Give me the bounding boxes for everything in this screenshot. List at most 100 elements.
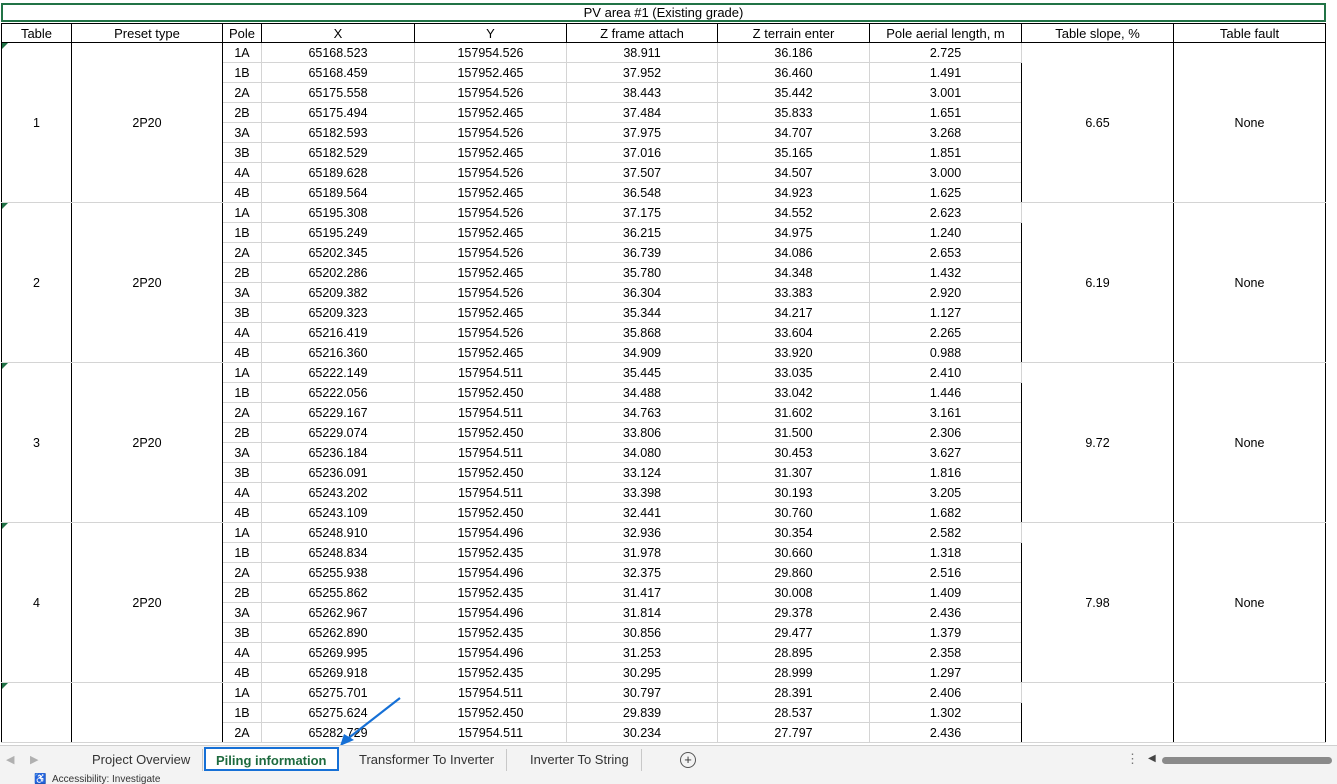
tab-project-overview[interactable]: Project Overview: [80, 749, 204, 771]
grid-cell[interactable]: 1.446: [869, 382, 1022, 403]
grid-cell[interactable]: 157952.465: [414, 342, 567, 363]
grid-cell[interactable]: 65248.834: [261, 542, 415, 563]
preset-type-cell[interactable]: 2P20: [71, 42, 223, 203]
grid-cell[interactable]: 1.318: [869, 542, 1022, 563]
grid-cell[interactable]: 65216.360: [261, 342, 415, 363]
grid-cell[interactable]: 2.516: [869, 562, 1022, 583]
grid-cell[interactable]: 30.453: [717, 442, 870, 463]
grid-cell[interactable]: 28.895: [717, 642, 870, 663]
grid-cell[interactable]: 31.417: [566, 582, 718, 603]
grid-cell[interactable]: 34.707: [717, 122, 870, 143]
grid-cell[interactable]: 1A: [222, 202, 262, 223]
grid-cell[interactable]: 2.623: [869, 202, 1022, 223]
grid-cell[interactable]: 2.265: [869, 322, 1022, 343]
grid-cell[interactable]: 65255.938: [261, 562, 415, 583]
grid-cell[interactable]: 37.952: [566, 62, 718, 83]
column-header[interactable]: Preset type: [71, 23, 223, 43]
grid-cell[interactable]: 2A: [222, 562, 262, 583]
grid-cell[interactable]: 1B: [222, 222, 262, 243]
table-slope-cell[interactable]: 9.72: [1021, 362, 1174, 523]
grid-cell[interactable]: 4B: [222, 662, 262, 683]
grid-cell[interactable]: 36.304: [566, 282, 718, 303]
grid-cell[interactable]: 2B: [222, 582, 262, 603]
preset-type-cell[interactable]: [71, 682, 223, 743]
grid-cell[interactable]: 1.297: [869, 662, 1022, 683]
tab-piling-information[interactable]: Piling information: [204, 747, 339, 771]
grid-cell[interactable]: 2A: [222, 402, 262, 423]
grid-cell[interactable]: 31.253: [566, 642, 718, 663]
grid-cell[interactable]: 3A: [222, 282, 262, 303]
grid-cell[interactable]: 4B: [222, 182, 262, 203]
grid-cell[interactable]: 65236.091: [261, 462, 415, 483]
grid-cell[interactable]: 2.725: [869, 42, 1022, 63]
grid-cell[interactable]: 3.001: [869, 82, 1022, 103]
grid-cell[interactable]: 34.507: [717, 162, 870, 183]
grid-cell[interactable]: 30.354: [717, 522, 870, 543]
grid-cell[interactable]: 1A: [222, 682, 262, 703]
grid-cell[interactable]: 65182.593: [261, 122, 415, 143]
grid-cell[interactable]: 3B: [222, 302, 262, 323]
grid-cell[interactable]: 157954.511: [414, 482, 567, 503]
column-header[interactable]: Z frame attach: [566, 23, 718, 43]
grid-cell[interactable]: 37.175: [566, 202, 718, 223]
scroll-left-icon[interactable]: ◀: [1148, 753, 1156, 764]
grid-cell[interactable]: 35.833: [717, 102, 870, 123]
grid-cell[interactable]: 1B: [222, 542, 262, 563]
preset-type-cell[interactable]: 2P20: [71, 522, 223, 683]
grid-cell[interactable]: 157954.511: [414, 682, 567, 703]
grid-cell[interactable]: 157952.435: [414, 622, 567, 643]
grid-cell[interactable]: 1B: [222, 62, 262, 83]
grid-cell[interactable]: 31.307: [717, 462, 870, 483]
grid-cell[interactable]: 1A: [222, 42, 262, 63]
grid-cell[interactable]: 157954.526: [414, 82, 567, 103]
grid-cell[interactable]: 36.186: [717, 42, 870, 63]
grid-cell[interactable]: 31.814: [566, 602, 718, 623]
grid-cell[interactable]: 3B: [222, 622, 262, 643]
grid-cell[interactable]: 157954.511: [414, 442, 567, 463]
grid-cell[interactable]: 32.375: [566, 562, 718, 583]
table-fault-cell[interactable]: [1173, 682, 1326, 743]
grid-cell[interactable]: 65168.459: [261, 62, 415, 83]
grid-cell[interactable]: 157954.526: [414, 202, 567, 223]
grid-cell[interactable]: 4A: [222, 642, 262, 663]
grid-cell[interactable]: 36.739: [566, 242, 718, 263]
grid-cell[interactable]: 37.507: [566, 162, 718, 183]
grid-cell[interactable]: 30.760: [717, 502, 870, 523]
grid-cell[interactable]: 1B: [222, 702, 262, 723]
grid-cell[interactable]: 4A: [222, 322, 262, 343]
grid-cell[interactable]: 65189.628: [261, 162, 415, 183]
next-sheet-icon[interactable]: ▶: [30, 753, 38, 766]
grid-cell[interactable]: 157954.496: [414, 562, 567, 583]
preset-type-cell[interactable]: 2P20: [71, 362, 223, 523]
grid-cell[interactable]: 34.488: [566, 382, 718, 403]
grid-cell[interactable]: 157952.450: [414, 422, 567, 443]
grid-cell[interactable]: 65222.149: [261, 362, 415, 383]
grid-cell[interactable]: 34.217: [717, 302, 870, 323]
grid-cell[interactable]: 1.379: [869, 622, 1022, 643]
grid-cell[interactable]: 157954.496: [414, 522, 567, 543]
column-header[interactable]: Y: [414, 23, 567, 43]
grid-cell[interactable]: 157954.511: [414, 402, 567, 423]
table-slope-cell[interactable]: 6.65: [1021, 42, 1174, 203]
grid-cell[interactable]: 32.936: [566, 522, 718, 543]
grid-cell[interactable]: 65216.419: [261, 322, 415, 343]
grid-cell[interactable]: 65175.558: [261, 82, 415, 103]
grid-cell[interactable]: 1.240: [869, 222, 1022, 243]
grid-cell[interactable]: 1.651: [869, 102, 1022, 123]
table-number-cell[interactable]: [1, 682, 72, 743]
grid-cell[interactable]: 65182.529: [261, 142, 415, 163]
grid-cell[interactable]: 2.358: [869, 642, 1022, 663]
grid-cell[interactable]: 35.868: [566, 322, 718, 343]
grid-cell[interactable]: 157954.526: [414, 42, 567, 63]
grid-cell[interactable]: 1.625: [869, 182, 1022, 203]
grid-cell[interactable]: 2.582: [869, 522, 1022, 543]
add-sheet-icon[interactable]: +: [680, 752, 696, 768]
table-fault-cell[interactable]: None: [1173, 202, 1326, 363]
column-header[interactable]: Table slope, %: [1021, 23, 1174, 43]
grid-cell[interactable]: 31.978: [566, 542, 718, 563]
grid-cell[interactable]: 29.839: [566, 702, 718, 723]
grid-cell[interactable]: 3.268: [869, 122, 1022, 143]
grid-cell[interactable]: 157954.526: [414, 282, 567, 303]
grid-cell[interactable]: 157954.526: [414, 242, 567, 263]
grid-cell[interactable]: 2.436: [869, 602, 1022, 623]
